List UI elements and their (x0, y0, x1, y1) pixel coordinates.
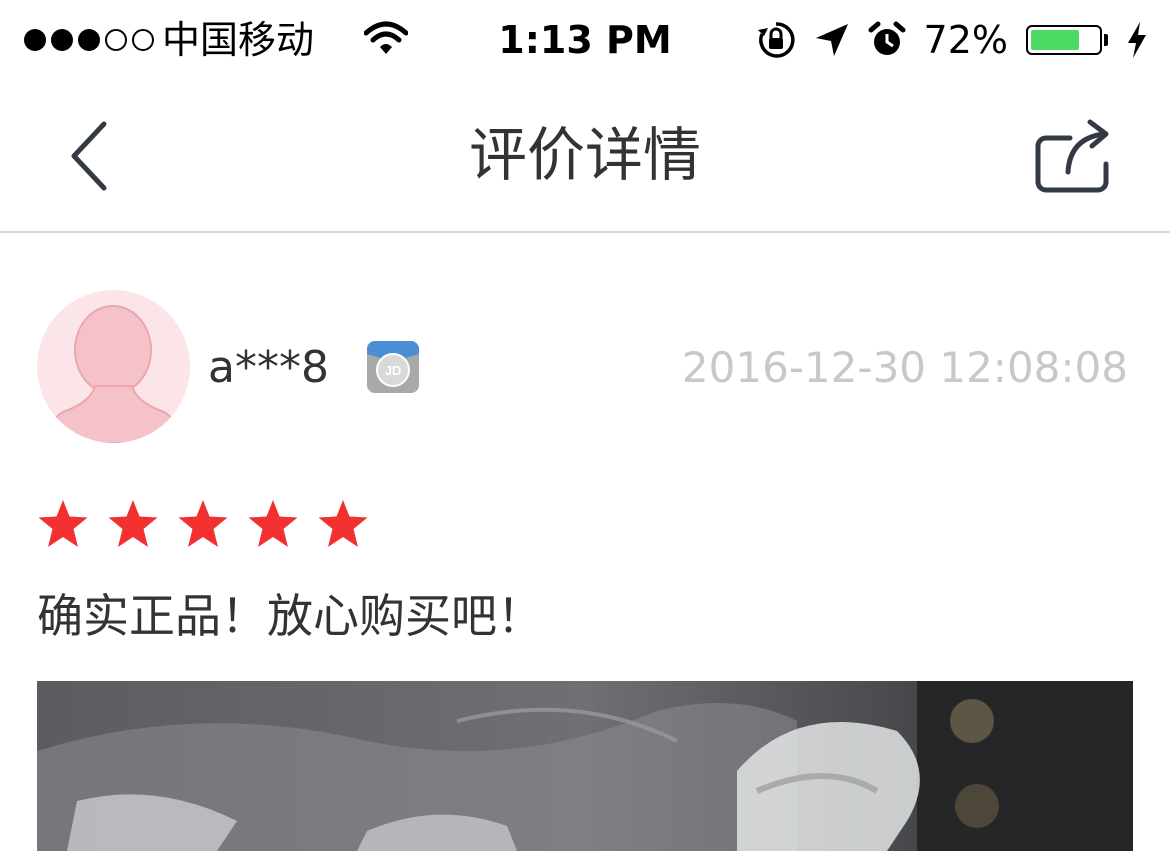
location-arrow-icon (815, 24, 848, 56)
battery-percent: 72% (923, 18, 1008, 62)
star-icon (108, 500, 158, 547)
svg-text:JD: JD (385, 363, 402, 378)
star-icon (318, 500, 368, 547)
navigation-bar: 评价详情 (0, 80, 1170, 233)
charging-bolt-icon (1128, 22, 1146, 58)
default-user-icon (45, 305, 182, 443)
star-rating (37, 499, 369, 549)
avatar[interactable] (37, 290, 190, 443)
battery-icon (1026, 25, 1108, 55)
jd-member-badge-icon: JD (366, 340, 420, 394)
orientation-lock-icon (757, 22, 795, 58)
star-icon (178, 500, 228, 547)
share-button[interactable] (1030, 116, 1114, 196)
status-bar: 中国移动 1:13 PM 72% (0, 0, 1170, 80)
alarm-icon (868, 21, 906, 55)
battery-fill (1031, 30, 1079, 50)
star-icon (248, 500, 298, 547)
page-title: 评价详情 (468, 121, 701, 189)
review-comment: 确实正品！放心购买吧！ (37, 589, 543, 643)
review-timestamp: 2016-12-30 12:08:08 (681, 343, 1128, 392)
share-icon (1035, 119, 1109, 193)
star-icon (38, 500, 88, 547)
review-photo[interactable] (37, 681, 1133, 851)
reviewer-username: a***8 (208, 342, 329, 393)
status-icons: 72% (756, 16, 1148, 64)
